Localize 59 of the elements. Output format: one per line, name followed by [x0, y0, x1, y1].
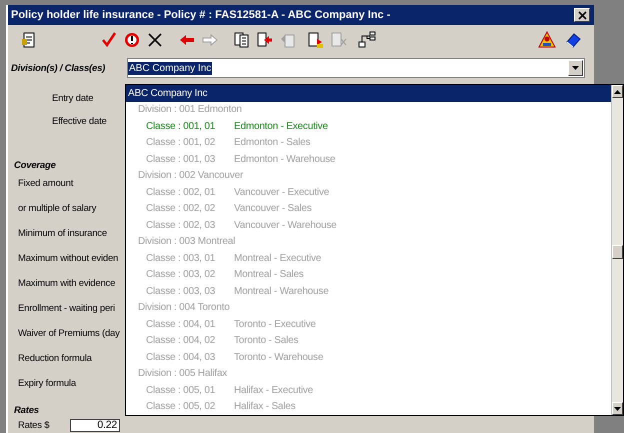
scroll-thumb[interactable] [612, 245, 623, 259]
division-dropdown[interactable]: ABC Company Inc [127, 58, 585, 78]
list-item[interactable]: Division : 001 Edmonton [126, 102, 611, 118]
list-item[interactable]: Classe : 002, 01 Vancouver - Executive [126, 184, 611, 200]
close-button[interactable] [574, 8, 590, 22]
pages-icon[interactable] [233, 31, 251, 49]
field-label: Waiver of Premiums (day [18, 328, 120, 339]
list-item[interactable]: ABC Company Inc [126, 85, 611, 102]
scroll-up-button[interactable] [612, 85, 623, 98]
field-label: Rates $ [18, 420, 50, 430]
list-item[interactable]: Classe : 002, 03 Vancouver - Warehouse [126, 217, 611, 234]
list-item[interactable]: Division : 005 Halifax [126, 366, 611, 382]
scrollbar[interactable] [611, 85, 623, 415]
field-label: Minimum of insurance [18, 228, 107, 239]
list-item[interactable]: Classe : 003, 02 Montreal - Sales [126, 266, 611, 283]
help-figure-icon[interactable] [538, 31, 556, 49]
field-label: or multiple of salary [18, 203, 96, 214]
list-item[interactable]: Classe : 004, 01 Toronto - Executive [126, 316, 611, 332]
section-heading: Coverage [14, 160, 56, 171]
dropdown-button[interactable] [568, 60, 583, 76]
list-item[interactable]: Classe : 003, 01 Montreal - Executive [126, 250, 611, 266]
field-label: Fixed amount [18, 178, 74, 189]
list-item[interactable]: Classe : 001, 03 Edmonton - Warehouse [126, 151, 611, 168]
stop-icon[interactable] [123, 31, 141, 49]
field-label: Reduction formula [18, 353, 92, 364]
list-item[interactable]: Classe : 002, 02 Vancouver - Sales [126, 200, 611, 217]
checkmark-icon[interactable] [100, 31, 118, 49]
page-play-icon[interactable] [307, 31, 325, 49]
list-item[interactable]: Classe : 004, 02 Toronto - Sales [126, 332, 611, 349]
field-label: Maximum without eviden [18, 253, 118, 264]
list-item[interactable]: Division : 004 Toronto [126, 300, 611, 316]
list-item[interactable]: Classe : 001, 01 Edmonton - Executive [126, 118, 611, 134]
field-label: Entry date [52, 93, 94, 104]
rate-field[interactable]: 0.22 [70, 418, 120, 432]
close-icon [578, 10, 586, 20]
caret-down-icon [614, 406, 621, 410]
list-item[interactable]: Division : 002 Vancouver [126, 168, 611, 184]
list-item[interactable]: Classe : 001, 02 Edmonton - Sales [126, 134, 611, 151]
field-label: Enrollment - waiting peri [18, 303, 115, 314]
scroll-down-button[interactable] [612, 402, 623, 415]
window-title: Policy holder life insurance - Policy # : FAS12581-A - ABC Company Inc - [11, 9, 390, 21]
section-heading: Rates [14, 405, 39, 416]
page-arrow-icon[interactable] [256, 31, 274, 49]
list-item[interactable]: Division : 003 Montreal [126, 234, 611, 250]
tree-diagram-icon[interactable] [358, 31, 376, 49]
field-label: Maximum with evidence [18, 278, 116, 289]
list-item[interactable]: Classe : 004, 03 Toronto - Warehouse [126, 349, 611, 366]
eraser-icon[interactable] [564, 31, 582, 49]
list-item[interactable]: Classe : 005, 02 Halifax - Sales [126, 398, 611, 415]
dropdown-value: ABC Company Inc [128, 62, 212, 74]
field-label: Effective date [52, 116, 107, 127]
caret-down-icon [572, 66, 579, 70]
close-icon[interactable] [146, 31, 164, 49]
list-item[interactable]: Classe : 003, 03 Montreal - Warehouse [126, 283, 611, 300]
field-label: Division(s) / Class(es) [11, 62, 106, 74]
field-label: Expiry formula [18, 378, 76, 389]
caret-up-icon [614, 90, 621, 94]
right-arrow-icon[interactable] [201, 31, 219, 49]
list-item[interactable]: Classe : 005, 01 Halifax - Executive [126, 382, 611, 398]
